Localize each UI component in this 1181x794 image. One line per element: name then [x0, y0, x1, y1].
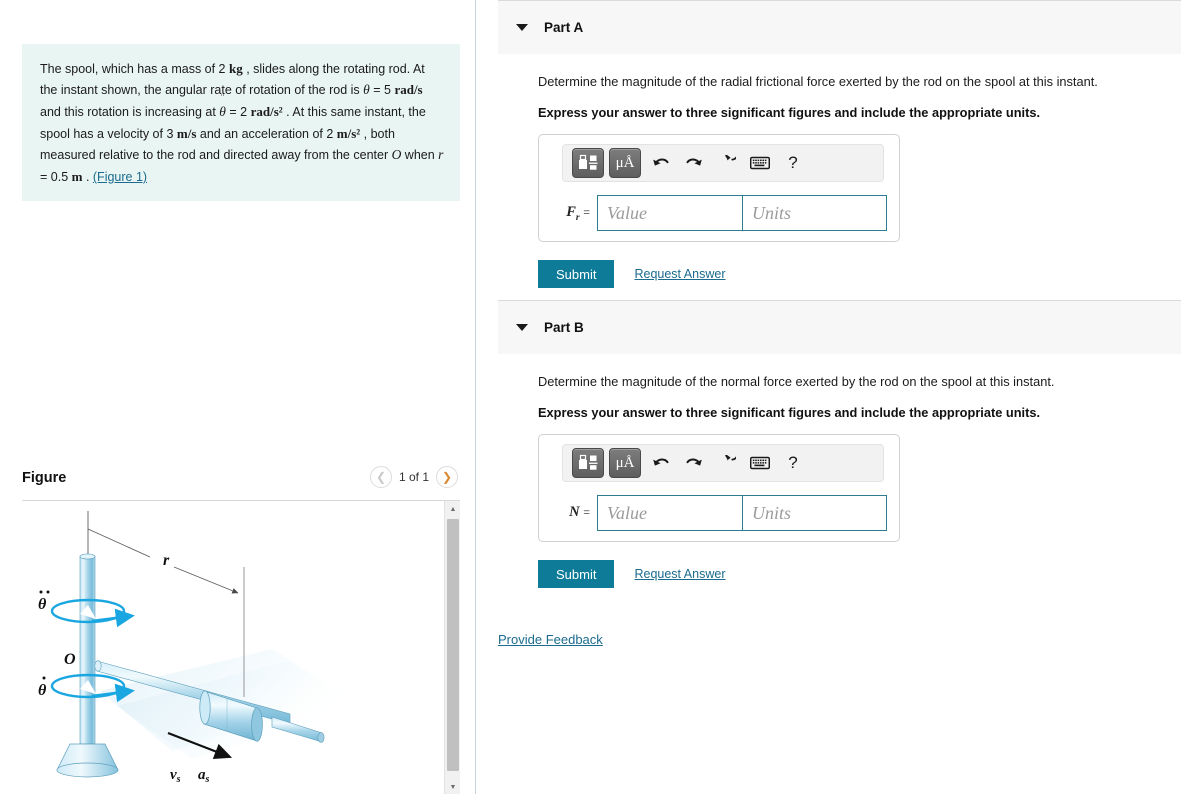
undo-arrow-icon[interactable] [646, 149, 676, 177]
part-a-actions: Submit Request Answer [538, 260, 1181, 288]
redo-arrow-icon[interactable] [679, 149, 709, 177]
part-a-toolbar: μÅ ? [562, 144, 884, 182]
part-b-instruction: Express your answer to three significant… [538, 405, 1041, 420]
part-b-symbol: N = [569, 503, 590, 520]
units-micro-angstrom-icon[interactable]: μÅ [609, 448, 641, 478]
part-a-field-row: Fr = Value Units [548, 195, 890, 231]
part-a-value-placeholder: Value [607, 202, 647, 223]
theta-dot-symbol: ˙ θ [363, 70, 370, 98]
reset-circular-arrow-icon[interactable] [712, 149, 742, 177]
figure-label-theta-dot: θ [38, 676, 47, 699]
chevron-left-icon: ❮ [375, 470, 386, 484]
keyboard-icon[interactable] [745, 149, 775, 177]
part-b-label: Part B [544, 320, 584, 335]
left-pane: The spool, which has a mass of 2 kg , sl… [0, 0, 476, 794]
problem-unit: kg [228, 61, 243, 76]
part-b-body: Determine the magnitude of the normal fo… [498, 354, 1181, 588]
problem-statement: The spool, which has a mass of 2 kg , sl… [22, 44, 460, 202]
problem-unit: m [71, 169, 83, 185]
part-b-toolbar: μÅ ? [562, 444, 884, 482]
figure-frame: r θ θ O vs as ▲ ▼ [22, 500, 460, 794]
problem-text: The spool, which has a mass of 2 kg , sl… [40, 61, 444, 185]
figure-scrollbar[interactable]: ▲ ▼ [444, 501, 460, 794]
triangle-down-icon[interactable]: ▼ [445, 779, 460, 794]
part-b-submit-button[interactable]: Submit [538, 560, 615, 588]
provide-feedback-link[interactable]: Provide Feedback [498, 632, 603, 647]
problem-variable: r [438, 147, 444, 163]
scrollbar-thumb[interactable] [447, 519, 459, 771]
undo-arrow-icon[interactable] [646, 449, 676, 477]
part-a-label: Part A [544, 20, 584, 35]
part-b-question: Determine the magnitude of the normal fo… [538, 374, 1055, 389]
figure-label-O: O [64, 651, 76, 668]
figure-label-theta-ddot: θ [38, 590, 50, 613]
part-b-units-placeholder: Units [752, 502, 792, 523]
reset-circular-arrow-icon[interactable] [712, 449, 742, 477]
collapse-caret-icon[interactable] [516, 324, 528, 331]
figure-label-vs: vs [170, 767, 181, 785]
part-a-body: Determine the magnitude of the radial fr… [498, 54, 1181, 288]
part-b-units-input[interactable]: Units [742, 495, 887, 531]
figure-counter: 1 of 1 [398, 470, 429, 484]
problem-variable: O [391, 147, 402, 163]
figure-next-button[interactable]: ❯ [436, 466, 458, 488]
right-pane: Part A Determine the magnitude of the ra… [477, 0, 1181, 794]
part-a-block: Part A Determine the magnitude of the ra… [498, 0, 1181, 288]
units-micro-angstrom-icon[interactable]: μÅ [609, 148, 641, 178]
figure-label-as: as [198, 767, 210, 785]
part-b-actions: Submit Request Answer [538, 560, 1181, 588]
figure-diagram: r θ θ O vs as [38, 511, 367, 785]
units-label: μÅ [615, 154, 635, 171]
part-a-value-input[interactable]: Value [597, 195, 742, 231]
math-template-icon[interactable] [572, 148, 604, 178]
redo-arrow-icon[interactable] [679, 449, 709, 477]
part-a-question: Determine the magnitude of the radial fr… [538, 74, 1098, 89]
part-a-submit-button[interactable]: Submit [538, 260, 615, 288]
units-label: μÅ [615, 454, 635, 471]
part-a-answer-box: μÅ ? Fr = Value Units [538, 134, 900, 242]
triangle-up-icon[interactable]: ▲ [445, 501, 460, 517]
figure-header: Figure ❮ 1 of 1 ❯ [22, 466, 460, 496]
figure-1-link[interactable]: (Figure 1) [93, 170, 147, 184]
part-b-request-answer-link[interactable]: Request Answer [634, 567, 725, 581]
part-b-value-input[interactable]: Value [597, 495, 742, 531]
part-b-answer-box: μÅ ? N = Value Units [538, 434, 900, 542]
figure-navigation: ❮ 1 of 1 ❯ [369, 466, 458, 488]
part-b-header[interactable]: Part B [498, 300, 1181, 354]
part-a-units-placeholder: Units [752, 202, 792, 223]
keyboard-icon[interactable] [745, 449, 775, 477]
problem-unit: rad/s [394, 82, 423, 98]
problem-unit: m/s [176, 125, 197, 141]
chevron-right-icon: ❯ [441, 470, 453, 484]
part-a-request-answer-link[interactable]: Request Answer [634, 267, 725, 281]
part-a-header[interactable]: Part A [498, 0, 1181, 54]
question-mark-icon[interactable]: ? [778, 149, 808, 177]
svg-text:θ: θ [38, 596, 47, 613]
problem-unit: m/s² [336, 125, 361, 141]
figure-label-r: r [163, 552, 170, 569]
problem-unit: rad/s² [250, 104, 283, 120]
theta-double-dot-symbol: ¨ θ [219, 92, 226, 120]
collapse-caret-icon[interactable] [516, 24, 528, 31]
part-b-block: Part B Determine the magnitude of the no… [498, 300, 1181, 588]
part-b-field-row: N = Value Units [548, 495, 890, 531]
part-a-instruction: Express your answer to three significant… [538, 105, 1041, 120]
question-mark-icon[interactable]: ? [778, 449, 808, 477]
math-template-icon[interactable] [572, 448, 604, 478]
part-b-value-placeholder: Value [607, 502, 647, 523]
figure-prev-button[interactable]: ❮ [369, 466, 392, 488]
svg-text:θ: θ [38, 682, 47, 699]
part-a-symbol: Fr = [566, 203, 590, 223]
part-a-units-input[interactable]: Units [742, 195, 887, 231]
